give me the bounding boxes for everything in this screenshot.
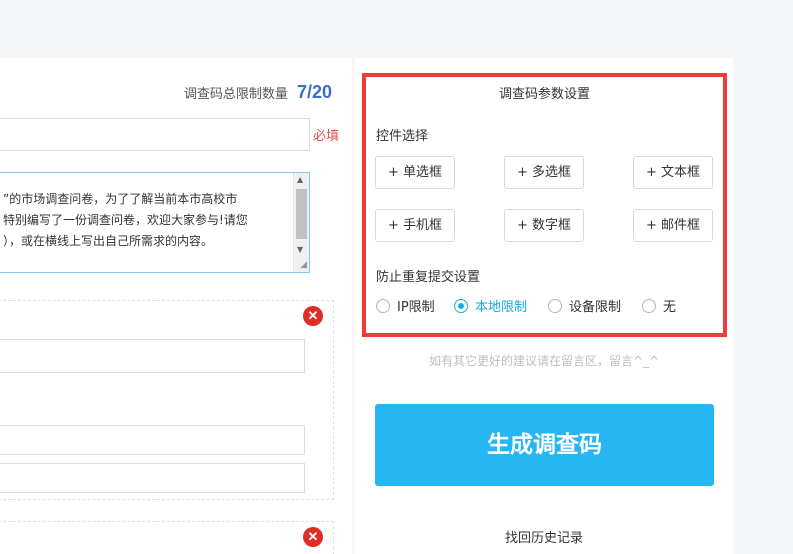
description-scrollbar[interactable]: ▲ ▼: [293, 173, 309, 272]
add-radio-button[interactable]: + 单选框: [375, 156, 455, 189]
control-label: 控件选择: [376, 129, 429, 144]
radio-device-limit[interactable]: 设备限制: [548, 296, 622, 315]
radio-circle[interactable]: [376, 299, 390, 313]
option-input[interactable]: [0, 463, 305, 493]
duplicate-setting-label: 防止重复提交设置: [376, 270, 481, 285]
radio-circle[interactable]: [548, 299, 562, 313]
settings-box: 调查码参数设置 控件选择 + 单选框 + 多选框 + 文本框 + 手机框 + 数…: [362, 73, 727, 337]
settings-panel: 调查码参数设置 控件选择 + 单选框 + 多选框 + 文本框 + 手机框 + 数…: [355, 58, 733, 554]
radio-ip-limit[interactable]: IP限制: [376, 296, 435, 315]
add-number-field-button[interactable]: + 数字框: [504, 209, 584, 242]
description-text: ”的市场调查问卷，为了了解当前本市高校市 特别编写了一份调查问卷，欢迎大家参与!…: [3, 189, 285, 252]
add-email-field-button[interactable]: + 邮件框: [633, 209, 713, 242]
required-mark: 必填: [313, 129, 340, 144]
survey-description-textarea[interactable]: ”的市场调查问卷，为了了解当前本市高校市 特别编写了一份调查问卷，欢迎大家参与!…: [0, 172, 310, 273]
scrollbar-thumb[interactable]: [296, 189, 307, 239]
question-title-input[interactable]: [0, 339, 305, 373]
radio-label: IP限制: [397, 300, 435, 315]
option-input[interactable]: [0, 425, 305, 455]
resize-grip-icon[interactable]: ◢: [300, 260, 307, 270]
radio-label: 无: [663, 300, 677, 315]
generate-code-button[interactable]: 生成调查码: [375, 404, 714, 486]
add-checkbox-button[interactable]: + 多选框: [504, 156, 584, 189]
radio-none[interactable]: 无: [642, 296, 677, 315]
add-phone-field-button[interactable]: + 手机框: [375, 209, 455, 242]
close-circle-icon[interactable]: ✕: [303, 527, 323, 547]
description-line: ”的市场调查问卷，为了了解当前本市高校市: [3, 192, 238, 206]
question-block: ✕: [0, 521, 334, 554]
radio-label: 设备限制: [569, 300, 622, 315]
radio-circle[interactable]: [642, 299, 656, 313]
radio-label: 本地限制: [475, 300, 528, 315]
survey-editor-panel: 调查码总限制数量 7/20 必填 ”的市场调查问卷，为了了解当前本市高校市 特别…: [0, 58, 352, 554]
history-link[interactable]: 找回历史记录: [355, 527, 733, 546]
limit-indicator: 调查码总限制数量 7/20: [184, 82, 332, 103]
suggestion-text: 如有其它更好的建议请在留言区，留言^_^: [428, 354, 660, 368]
limit-count: 7/20: [296, 82, 332, 102]
up-arrow-icon[interactable]: ▲: [297, 175, 303, 184]
radio-circle-checked[interactable]: [454, 299, 468, 313]
radio-local-limit[interactable]: 本地限制: [454, 296, 528, 315]
description-line: 特别编写了一份调查问卷，欢迎大家参与!请您: [3, 213, 248, 227]
settings-title: 调查码参数设置: [498, 87, 590, 102]
add-textbox-button[interactable]: + 文本框: [633, 156, 713, 189]
down-arrow-icon[interactable]: ▼: [297, 245, 303, 254]
question-block: ✕: [0, 300, 334, 500]
limit-label: 调查码总限制数量: [183, 87, 288, 102]
description-line: ），或在横线上写出自己所需求的内容。: [3, 234, 214, 248]
survey-title-input[interactable]: [0, 118, 310, 151]
close-circle-icon[interactable]: ✕: [303, 306, 323, 326]
